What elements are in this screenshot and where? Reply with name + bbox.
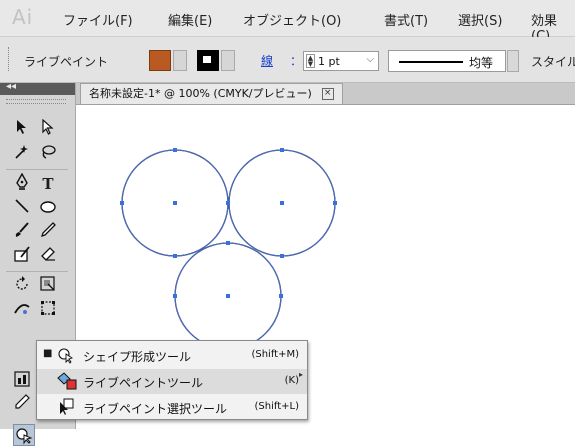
width-tool-icon[interactable] bbox=[10, 299, 34, 321]
flyout-item-live-paint-selection[interactable]: ライブペイント選択ツール (Shift+L) bbox=[37, 395, 307, 420]
tools-panel-grip[interactable] bbox=[6, 99, 66, 104]
eyedropper-tool-icon[interactable] bbox=[10, 393, 34, 415]
tool-flyout-menu: ■ シェイプ形成ツール (Shift+M) ライブペイントツール (K) ライブ… bbox=[36, 340, 308, 420]
menu-edit[interactable]: 編集(E) bbox=[168, 10, 212, 29]
free-transform-tool-icon[interactable] bbox=[36, 299, 60, 321]
live-paint-selection-icon bbox=[55, 398, 77, 416]
shape-builder-tool-button[interactable] bbox=[13, 424, 35, 446]
scale-tool-icon[interactable] bbox=[36, 275, 60, 297]
flyout-tearoff-arrow-icon[interactable]: ▸ bbox=[299, 370, 303, 379]
flyout-item-label: ライブペイントツール bbox=[83, 376, 204, 390]
stroke-profile-dropdown-button[interactable] bbox=[507, 50, 519, 72]
paintbrush-tool-icon[interactable] bbox=[10, 221, 34, 243]
control-bar-grip[interactable] bbox=[8, 47, 11, 71]
control-bar-label: ライブペイント bbox=[24, 55, 109, 69]
menu-bar: Ai ファイル(F) 編集(E) オブジェクト(O) 書式(T) 選択(S) 効… bbox=[0, 0, 575, 44]
fill-dropdown-button[interactable] bbox=[173, 50, 187, 71]
tools-panel-header[interactable]: ◂◂ bbox=[0, 81, 75, 95]
ellipse-tool-icon[interactable] bbox=[36, 197, 60, 219]
control-bar: ライブペイント 線 ： ▲ ▼ 1 pt ⌵ 均等 スタイル bbox=[0, 37, 575, 83]
stroke-weight-field[interactable]: ▲ ▼ 1 pt ⌵ bbox=[303, 51, 379, 71]
direct-selection-tool-icon[interactable] bbox=[36, 118, 60, 141]
pen-tool-icon[interactable] bbox=[10, 172, 34, 195]
stroke-dropdown-button[interactable] bbox=[221, 50, 235, 71]
stroke-profile-label: 均等 bbox=[469, 56, 494, 70]
document-tab-title: 名称未設定-1* @ 100% (CMYK/プレビュー) bbox=[89, 87, 312, 100]
stroke-color-swatch[interactable] bbox=[197, 50, 219, 71]
tool-divider bbox=[6, 169, 68, 170]
magic-wand-tool-icon[interactable] bbox=[10, 143, 34, 165]
menu-type[interactable]: 書式(T) bbox=[384, 10, 428, 29]
document-tab-bar: 名称未設定-1* @ 100% (CMYK/プレビュー) × bbox=[76, 83, 575, 105]
style-label[interactable]: スタイル bbox=[531, 53, 575, 70]
menu-select[interactable]: 選択(S) bbox=[458, 10, 502, 29]
flyout-item-shortcut: (Shift+M) bbox=[251, 349, 299, 360]
type-tool-icon[interactable]: T bbox=[36, 173, 60, 195]
menu-object[interactable]: オブジェクト(O) bbox=[243, 10, 341, 29]
menu-file[interactable]: ファイル(F) bbox=[63, 10, 133, 29]
line-segment-tool-icon[interactable] bbox=[10, 197, 34, 219]
selected-check-icon: ■ bbox=[43, 348, 53, 359]
tool-divider bbox=[6, 271, 68, 272]
profile-line-preview bbox=[399, 61, 463, 63]
selection-tool-icon[interactable] bbox=[10, 119, 34, 141]
anchor-points bbox=[120, 148, 337, 298]
flyout-item-live-paint-bucket[interactable]: ライブペイントツール (K) bbox=[37, 369, 307, 394]
blob-brush-tool-icon[interactable] bbox=[10, 245, 34, 267]
stroke-profile-select[interactable]: 均等 bbox=[388, 50, 506, 72]
flyout-item-label: シェイプ形成ツール bbox=[83, 350, 192, 364]
flyout-item-label: ライブペイント選択ツール bbox=[83, 402, 228, 416]
lasso-tool-icon[interactable] bbox=[36, 143, 60, 165]
shape-builder-icon bbox=[55, 346, 77, 364]
stroke-weight-stepper-icon[interactable]: ▲ ▼ bbox=[306, 54, 315, 68]
stroke-panel-link[interactable]: 線 bbox=[261, 52, 273, 69]
eraser-tool-icon[interactable] bbox=[36, 245, 60, 267]
app-logo: Ai bbox=[12, 5, 34, 29]
stroke-colon: ： bbox=[290, 54, 303, 68]
chevron-down-icon[interactable]: ⌵ bbox=[366, 54, 374, 65]
flyout-item-shape-builder[interactable]: ■ シェイプ形成ツール (Shift+M) bbox=[37, 343, 307, 368]
pencil-tool-icon[interactable] bbox=[36, 221, 60, 243]
document-tab[interactable]: 名称未設定-1* @ 100% (CMYK/プレビュー) × bbox=[80, 83, 343, 104]
collapse-icon[interactable]: ◂◂ bbox=[6, 81, 16, 92]
flyout-item-shortcut: (Shift+L) bbox=[254, 401, 299, 412]
live-paint-bucket-icon bbox=[55, 372, 77, 390]
stroke-weight-value: 1 pt bbox=[318, 55, 340, 68]
fill-color-swatch[interactable] bbox=[149, 50, 171, 71]
graph-tool-icon[interactable] bbox=[10, 370, 34, 392]
close-icon[interactable]: × bbox=[321, 87, 334, 100]
rotate-tool-icon[interactable] bbox=[10, 275, 34, 297]
flyout-item-shortcut: (K) bbox=[284, 375, 299, 386]
